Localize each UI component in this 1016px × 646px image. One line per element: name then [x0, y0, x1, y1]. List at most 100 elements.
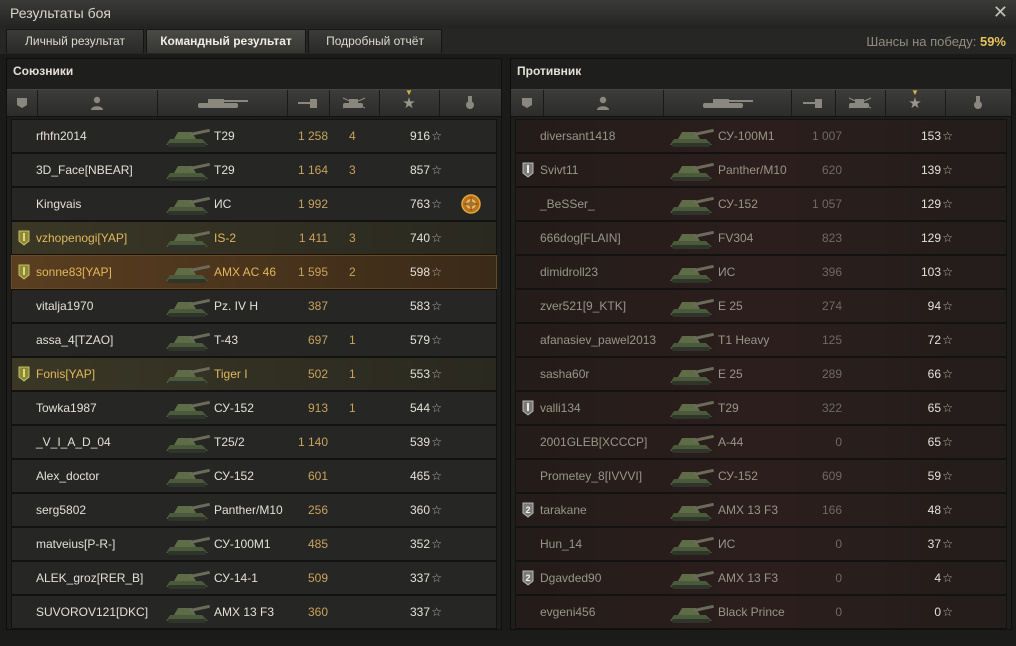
table-row[interactable]: Kingvais ИС 1 992 763 ☆ [11, 187, 497, 221]
table-row[interactable]: Fonis[YAP] Tiger I 502 1 553 ☆ [11, 357, 497, 391]
star-icon: ☆ [942, 367, 953, 381]
tab-detailed-report[interactable]: Подробный отчёт [308, 29, 442, 53]
tank-icon [166, 230, 210, 249]
tank-icon [166, 400, 210, 419]
damage-value: 289 [821, 367, 842, 381]
squad-badge-icon [522, 162, 534, 178]
table-row[interactable]: sonne83[YAP] AMX AC 46 1 595 2 598 ☆ [11, 255, 497, 289]
damage-value: 360 [307, 605, 328, 619]
table-row[interactable]: diversant1418 СУ-100М1 1 007 153 ☆ [515, 119, 1007, 153]
star-icon: ☆ [431, 503, 442, 517]
allies-panel: Союзники ▼ ★ rfhfn2014 T29 1 258 4 916 ☆ 3D_Fa… [6, 58, 502, 630]
xp-value: 103 [920, 265, 941, 279]
medal-column-icon[interactable] [439, 90, 501, 116]
table-row[interactable]: Svivt11 Panther/M10 620 139 ☆ [515, 153, 1007, 187]
tank-icon [670, 400, 714, 419]
table-row[interactable]: _V_I_A_D_04 T25/2 1 140 539 ☆ [11, 425, 497, 459]
tank-icon [670, 230, 714, 249]
tank-icon [166, 468, 210, 487]
damage-value: 274 [821, 299, 842, 313]
player-name: Svivt11 [540, 163, 579, 177]
xp-value: 352 [409, 537, 430, 551]
table-row[interactable]: assa_4[TZAO] T-43 697 1 579 ☆ [11, 323, 497, 357]
close-icon[interactable]: ✕ [993, 2, 1008, 23]
table-row[interactable]: zver521[9_KTK] E 25 274 94 ☆ [515, 289, 1007, 323]
table-row[interactable]: valli134 T29 322 65 ☆ [515, 391, 1007, 425]
squad-column-icon[interactable] [511, 90, 544, 116]
damage-value: 125 [821, 333, 842, 347]
star-icon: ☆ [431, 537, 442, 551]
kills-column-icon[interactable] [329, 90, 380, 116]
player-name: valli134 [540, 401, 581, 415]
medal-column-icon[interactable] [945, 90, 1011, 116]
tank-name: ИС [718, 265, 736, 279]
svg-text:2: 2 [525, 573, 530, 583]
player-name: Alex_doctor [36, 469, 100, 483]
table-row[interactable]: dimidroll23 ИС 396 103 ☆ [515, 255, 1007, 289]
star-icon: ☆ [431, 401, 442, 415]
kills-value: 1 [349, 367, 356, 381]
star-icon: ☆ [431, 367, 442, 381]
xp-value: 65 [927, 401, 941, 415]
table-row[interactable]: SUVOROV121[DKC] AMX 13 F3 360 337 ☆ [11, 595, 497, 629]
table-row[interactable]: sasha60r E 25 289 66 ☆ [515, 357, 1007, 391]
tank-name: СУ-152 [718, 469, 758, 483]
sort-caret-icon: ▼ [911, 88, 919, 97]
player-column-icon[interactable] [37, 90, 158, 116]
sort-caret-icon: ▼ [405, 88, 413, 97]
kills-column-icon[interactable] [835, 90, 886, 116]
table-row[interactable]: rfhfn2014 T29 1 258 4 916 ☆ [11, 119, 497, 153]
star-icon: ☆ [942, 435, 953, 449]
table-row[interactable]: evgeni456 Black Prince 0 0 ☆ [515, 595, 1007, 629]
xp-column-icon[interactable]: ▼ ★ [885, 88, 946, 116]
player-column-icon[interactable] [543, 90, 664, 116]
table-row[interactable]: vzhopenogi[YAP] IS-2 1 411 3 740 ☆ [11, 221, 497, 255]
player-name: afanasiev_pawel2013 [540, 333, 657, 347]
table-row[interactable]: 2001GLEB[XCCCP] A-44 0 65 ☆ [515, 425, 1007, 459]
star-icon: ☆ [942, 231, 953, 245]
tank-name: T-43 [214, 333, 239, 347]
star-icon: ☆ [431, 299, 442, 313]
table-row[interactable]: vitalja1970 Pz. IV H 387 583 ☆ [11, 289, 497, 323]
tank-name: AMX 13 F3 [718, 571, 779, 585]
tab-team-result[interactable]: Командный результат [146, 29, 306, 53]
damage-value: 166 [821, 503, 842, 517]
player-name: sonne83[YAP] [36, 265, 112, 279]
damage-value: 1 595 [297, 265, 328, 279]
damage-value: 620 [821, 163, 842, 177]
table-row[interactable]: Towka1987 СУ-152 913 1 544 ☆ [11, 391, 497, 425]
table-row[interactable]: ALEK_groz[RER_B] СУ-14-1 509 337 ☆ [11, 561, 497, 595]
tank-name: T29 [214, 129, 235, 143]
tank-column-icon[interactable] [663, 90, 792, 116]
damage-column-icon[interactable] [791, 90, 836, 116]
squad-badge-icon [18, 264, 30, 280]
table-row[interactable]: afanasiev_pawel2013 T1 Heavy 125 72 ☆ [515, 323, 1007, 357]
table-row[interactable]: Hun_14 ИС 0 37 ☆ [515, 527, 1007, 561]
kills-value: 1 [349, 401, 356, 415]
tank-name: ИС [718, 537, 736, 551]
xp-value: 59 [927, 469, 941, 483]
table-row[interactable]: Alex_doctor СУ-152 601 465 ☆ [11, 459, 497, 493]
player-name: serg5802 [36, 503, 87, 517]
tank-name: СУ-100М1 [214, 537, 271, 551]
tank-icon [670, 536, 714, 555]
star-icon: ☆ [942, 265, 953, 279]
xp-value: 740 [409, 231, 430, 245]
table-row[interactable]: 666dog[FLAIN] FV304 823 129 ☆ [515, 221, 1007, 255]
table-row[interactable]: 2 Dgavded90 AMX 13 F3 0 4 ☆ [515, 561, 1007, 595]
star-icon: ☆ [942, 163, 953, 177]
table-row[interactable]: Prometey_8[IVVVI] СУ-152 609 59 ☆ [515, 459, 1007, 493]
squad-column-icon[interactable] [7, 90, 38, 116]
table-row[interactable]: 3D_Face[NBEAR] T29 1 164 3 857 ☆ [11, 153, 497, 187]
star-icon: ☆ [431, 265, 442, 279]
table-row[interactable]: matveius[P-R-] СУ-100М1 485 352 ☆ [11, 527, 497, 561]
squad-badge-icon [18, 230, 30, 246]
damage-column-icon[interactable] [287, 90, 330, 116]
tank-column-icon[interactable] [157, 90, 288, 116]
table-row[interactable]: 2 tarakane AMX 13 F3 166 48 ☆ [515, 493, 1007, 527]
xp-value: 583 [409, 299, 430, 313]
tab-personal-result[interactable]: Личный результат [6, 29, 144, 53]
table-row[interactable]: serg5802 Panther/M10 256 360 ☆ [11, 493, 497, 527]
table-row[interactable]: _BeSSer_ СУ-152 1 057 129 ☆ [515, 187, 1007, 221]
xp-column-icon[interactable]: ▼ ★ [379, 88, 440, 116]
